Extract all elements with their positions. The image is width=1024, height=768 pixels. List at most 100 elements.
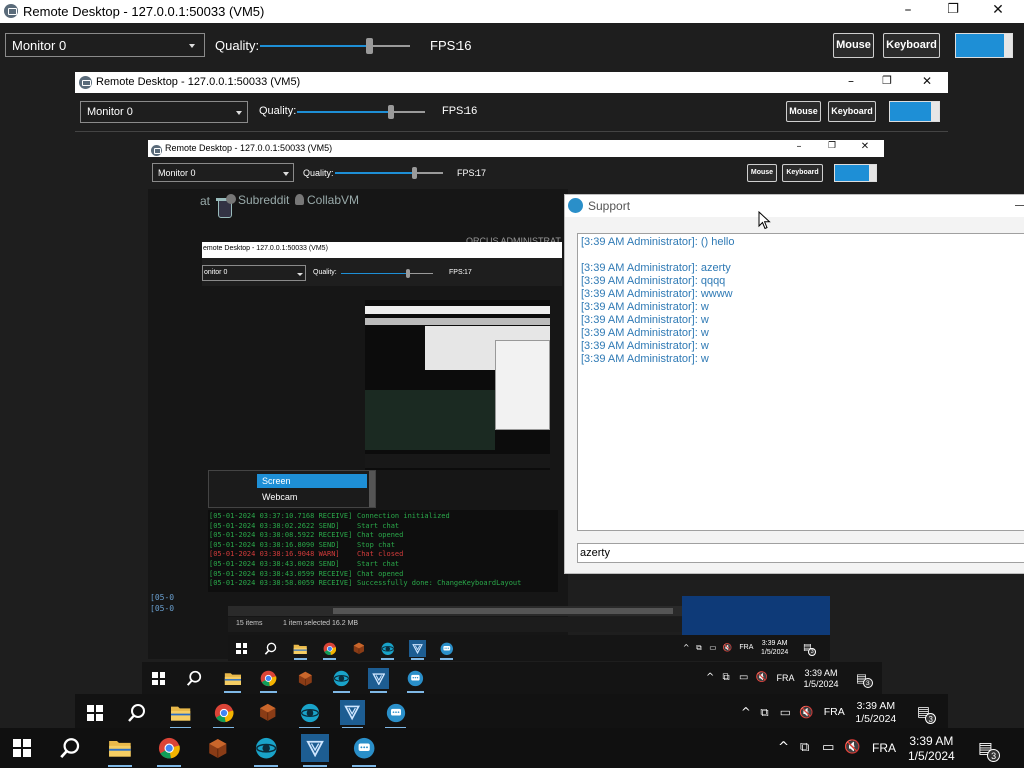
list-scrollbar[interactable] xyxy=(369,471,375,507)
quality-slider-thumb[interactable] xyxy=(406,269,410,278)
search-icon[interactable] xyxy=(124,700,149,725)
start-button[interactable] xyxy=(233,640,250,657)
monitor-select[interactable]: onitor 0 xyxy=(202,265,306,281)
clock[interactable]: 3:39 AM 1/5/2024 xyxy=(761,640,788,658)
volume-muted-icon[interactable]: 🔇 xyxy=(844,740,860,755)
file-explorer-icon[interactable] xyxy=(168,700,193,725)
quality-slider-thumb[interactable] xyxy=(366,38,373,54)
network-globe-icon[interactable] xyxy=(297,700,322,725)
app-cube-icon[interactable] xyxy=(350,640,367,657)
maximize-button[interactable]: ❐ xyxy=(823,141,841,151)
quality-slider[interactable] xyxy=(335,167,443,179)
quality-slider-thumb[interactable] xyxy=(388,105,394,119)
bookmark-collabvm[interactable]: CollabVM xyxy=(307,193,359,207)
mouse-button[interactable]: Mouse xyxy=(833,33,874,58)
remote-control-toggle[interactable] xyxy=(834,164,877,182)
language-indicator[interactable]: FRA xyxy=(824,706,845,718)
start-button[interactable] xyxy=(148,668,169,689)
capture-option-webcam[interactable]: Webcam xyxy=(257,490,367,504)
chevron-up-icon[interactable]: ^ xyxy=(778,740,789,755)
chevron-up-icon[interactable]: ^ xyxy=(706,672,714,683)
network-icon[interactable]: ⧉ xyxy=(696,643,702,653)
volume-muted-icon[interactable]: 🔇 xyxy=(723,643,733,652)
search-icon[interactable] xyxy=(56,734,84,762)
network-icon[interactable]: ⧉ xyxy=(760,705,768,720)
remote-control-toggle[interactable] xyxy=(889,101,940,122)
keyboard-button[interactable]: Keyboard xyxy=(782,164,823,182)
support-chat-icon[interactable] xyxy=(438,640,455,657)
language-indicator[interactable]: FRA xyxy=(872,741,896,755)
maximize-button[interactable]: ❐ xyxy=(875,74,899,87)
search-icon[interactable] xyxy=(262,640,279,657)
file-explorer-icon[interactable] xyxy=(292,640,309,657)
chat-log[interactable]: [3:39 AM Administrator]: () hello [3:39 A… xyxy=(577,233,1024,531)
chrome-icon[interactable] xyxy=(155,734,183,762)
explorer-scrollbar[interactable] xyxy=(228,606,682,616)
network-icon[interactable]: ⧉ xyxy=(800,740,809,755)
display-icon[interactable]: ▭ xyxy=(739,672,748,683)
display-icon[interactable]: ▭ xyxy=(709,643,716,652)
clock[interactable]: 3:39 AM 1/5/2024 xyxy=(855,700,896,726)
orcus-icon[interactable] xyxy=(409,640,426,657)
quality-slider[interactable] xyxy=(297,105,425,119)
keyboard-button[interactable]: Keyboard xyxy=(883,33,940,58)
log-message: Successfully done: ChangeKeyboardLayout xyxy=(357,579,522,588)
chevron-up-icon[interactable]: ^ xyxy=(683,643,689,652)
file-explorer-icon[interactable] xyxy=(106,734,134,762)
maximize-button[interactable]: ❐ xyxy=(938,2,968,17)
volume-muted-icon[interactable]: 🔇 xyxy=(756,672,768,683)
network-globe-icon[interactable] xyxy=(331,668,352,689)
close-button[interactable]: ✕ xyxy=(915,74,939,88)
start-button[interactable] xyxy=(8,734,36,762)
capture-option-screen[interactable]: Screen xyxy=(257,474,367,488)
close-button[interactable]: ✕ xyxy=(983,2,1013,18)
app-cube-icon[interactable] xyxy=(204,734,232,762)
capture-source-list[interactable]: Screen Webcam xyxy=(208,470,376,508)
monitor-select[interactable]: Monitor 0 xyxy=(5,33,205,57)
support-chat-icon[interactable] xyxy=(383,700,408,725)
language-indicator[interactable]: FRA xyxy=(777,673,795,683)
close-button[interactable]: ✕ xyxy=(856,141,874,152)
search-icon[interactable] xyxy=(184,668,205,689)
chrome-icon[interactable] xyxy=(258,668,279,689)
display-icon[interactable]: ▭ xyxy=(780,705,791,719)
network-globe-icon[interactable] xyxy=(379,640,396,657)
network-icon[interactable]: ⧉ xyxy=(723,672,730,683)
bookmark-chat[interactable]: at xyxy=(200,194,210,208)
minimize-button[interactable]: – xyxy=(839,74,863,88)
chrome-icon[interactable] xyxy=(321,640,338,657)
app-cube-icon[interactable] xyxy=(295,668,316,689)
quality-slider[interactable] xyxy=(260,38,410,54)
app-cube-icon[interactable] xyxy=(255,700,280,725)
support-chat-icon[interactable] xyxy=(405,668,426,689)
remote-desktop-app-icon xyxy=(79,76,92,89)
orcus-icon[interactable] xyxy=(301,734,329,762)
clock[interactable]: 3:39 AM 1/5/2024 xyxy=(908,734,955,764)
monitor-select[interactable]: Monitor 0 xyxy=(152,163,294,182)
clock[interactable]: 3:39 AM 1/5/2024 xyxy=(804,668,839,691)
quality-slider-thumb[interactable] xyxy=(412,167,417,179)
monitor-select[interactable]: Monitor 0 xyxy=(80,101,248,123)
file-explorer-icon[interactable] xyxy=(222,668,243,689)
chrome-icon[interactable] xyxy=(211,700,236,725)
remote-control-toggle[interactable] xyxy=(955,33,1013,58)
display-icon[interactable]: ▭ xyxy=(822,740,834,755)
minimize-button[interactable] xyxy=(1015,205,1024,206)
start-button[interactable] xyxy=(82,700,107,725)
chat-input[interactable]: azerty xyxy=(577,543,1024,563)
minimize-button[interactable]: – xyxy=(790,141,808,152)
chevron-up-icon[interactable]: ^ xyxy=(741,705,751,719)
volume-muted-icon[interactable]: 🔇 xyxy=(799,705,813,719)
mouse-button[interactable]: Mouse xyxy=(786,101,821,122)
orcus-icon[interactable] xyxy=(368,668,389,689)
support-chat-icon[interactable] xyxy=(350,734,378,762)
network-globe-icon[interactable] xyxy=(252,734,280,762)
minimize-button[interactable]: – xyxy=(893,2,923,18)
bookmark-subreddit[interactable]: Subreddit xyxy=(238,193,289,207)
quality-slider[interactable] xyxy=(341,269,433,278)
keyboard-button[interactable]: Keyboard xyxy=(828,101,876,122)
language-indicator[interactable]: FRA xyxy=(739,644,753,651)
mouse-button[interactable]: Mouse xyxy=(747,164,777,182)
toggle-knob xyxy=(1004,34,1012,57)
orcus-icon[interactable] xyxy=(340,700,365,725)
